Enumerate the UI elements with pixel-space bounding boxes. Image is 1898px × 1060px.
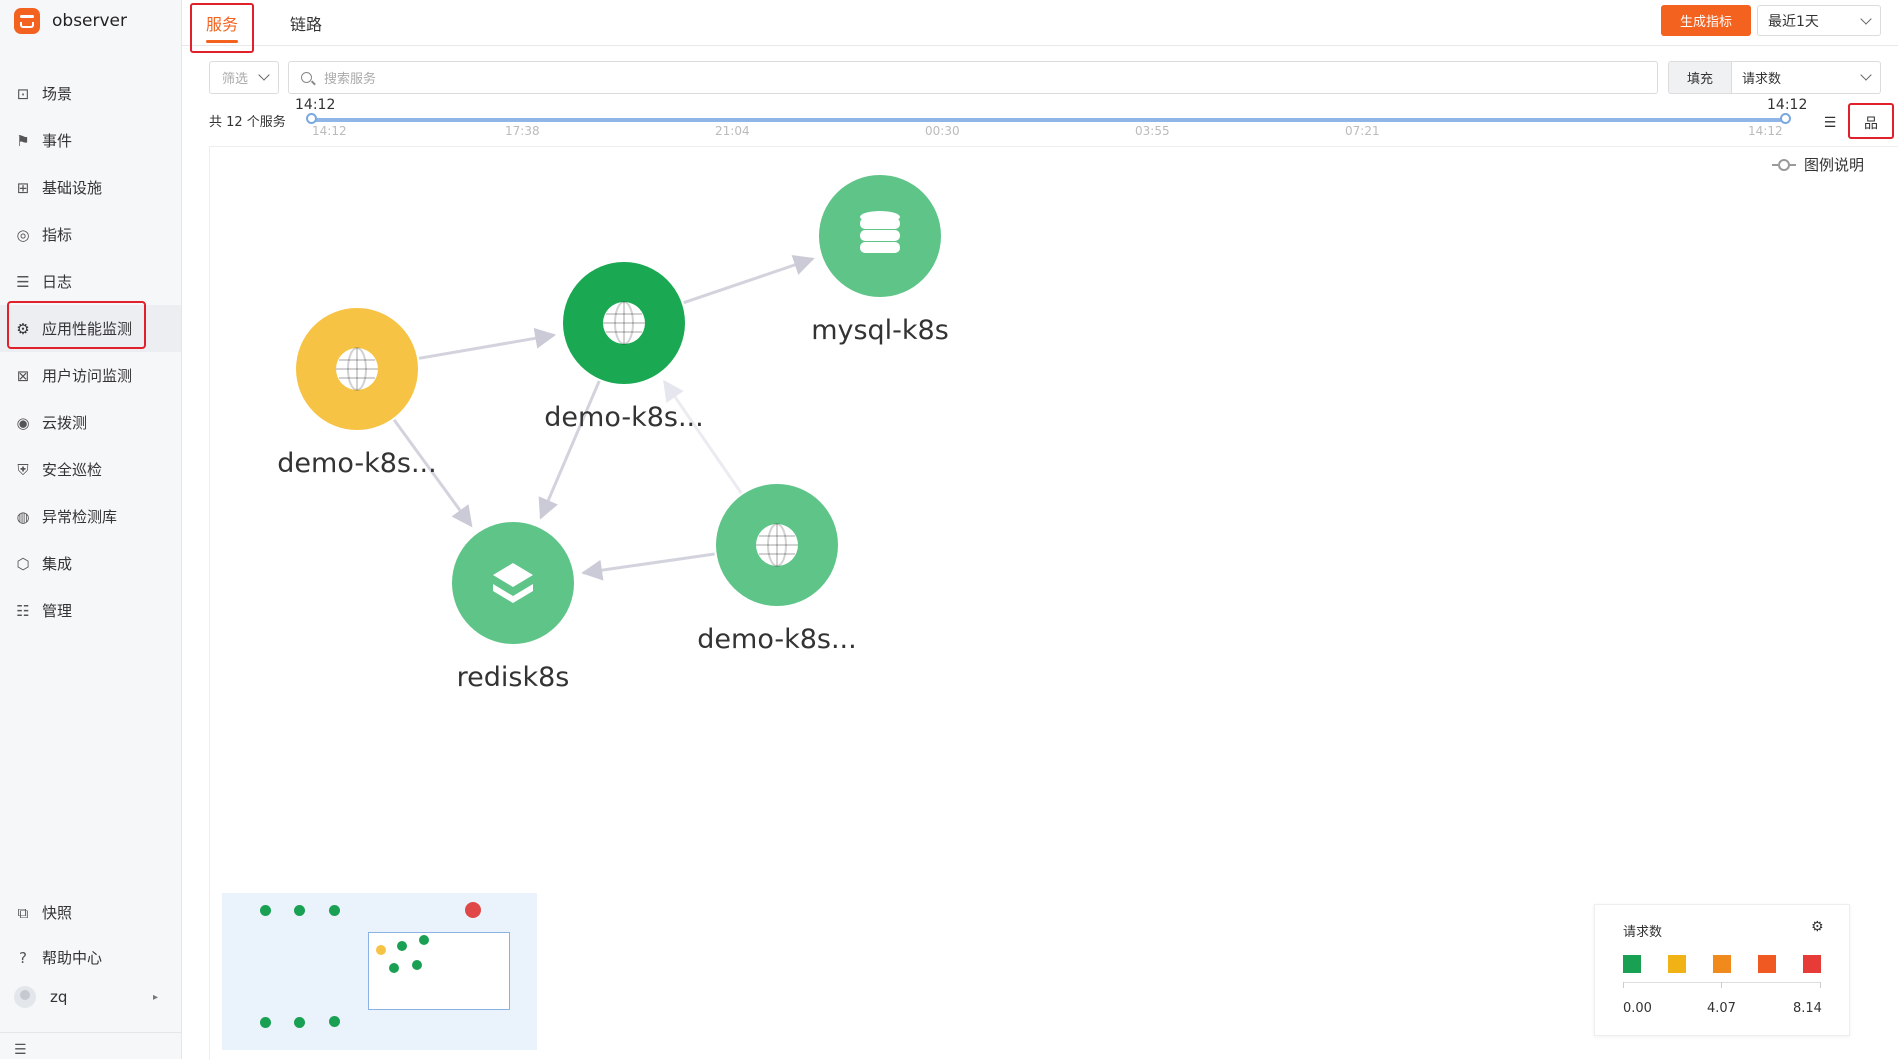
- legend-swatch: [1713, 955, 1731, 973]
- minimap-node: [329, 905, 340, 916]
- legend-tick: [1721, 982, 1722, 988]
- minimap-node: [397, 941, 407, 951]
- minimap-node: [294, 1017, 305, 1028]
- minimap[interactable]: [222, 893, 537, 1050]
- edge-n1-n2: [418, 327, 557, 360]
- minimap-node: [329, 1016, 340, 1027]
- node-label: demo-k8s...: [544, 402, 703, 433]
- minimap-node: [260, 905, 271, 916]
- legend-value-min: 0.00: [1623, 1001, 1652, 1016]
- minimap-viewport[interactable]: [368, 932, 510, 1010]
- nodes-layer: demo-k8s... demo-k8s... mysql-k8s redisk8s d…: [277, 175, 949, 693]
- minimap-node: [389, 963, 399, 973]
- node-label: demo-k8s...: [697, 624, 856, 655]
- legend-swatch: [1803, 955, 1821, 973]
- service-node-n3[interactable]: mysql-k8s: [811, 175, 949, 346]
- minimap-node: [412, 960, 422, 970]
- minimap-node: [419, 935, 429, 945]
- legend-value-mid: 4.07: [1707, 1001, 1736, 1016]
- globe-icon: [336, 347, 378, 391]
- service-node-n2[interactable]: demo-k8s...: [544, 262, 704, 433]
- legend-swatch: [1758, 955, 1776, 973]
- node-label: redisk8s: [457, 662, 570, 693]
- globe-icon: [603, 301, 645, 345]
- database-icon: [860, 211, 900, 253]
- node-label: demo-k8s...: [277, 448, 436, 479]
- service-node-n4[interactable]: redisk8s: [452, 522, 574, 693]
- legend-tick: [1623, 982, 1624, 988]
- legend-swatch: [1668, 955, 1686, 973]
- service-node-n1[interactable]: demo-k8s...: [277, 308, 437, 479]
- edge-n5-n2: [663, 379, 743, 494]
- edge-n5-n4: [581, 552, 715, 581]
- legend-tick: [1820, 982, 1821, 988]
- legend-axis: [1623, 982, 1821, 983]
- service-node-n5[interactable]: demo-k8s...: [697, 484, 857, 655]
- color-legend: 请求数 ⚙ 0.00 4.07 8.14: [1594, 904, 1850, 1036]
- minimap-node: [260, 1017, 271, 1028]
- gear-icon[interactable]: ⚙: [1811, 919, 1824, 935]
- minimap-alert-node: [465, 902, 481, 918]
- node-label: mysql-k8s: [811, 315, 949, 346]
- legend-swatch: [1623, 955, 1641, 973]
- legend-title: 请求数: [1623, 925, 1663, 940]
- edge-n2-n3: [683, 254, 815, 305]
- legend-value-max: 8.14: [1793, 1001, 1822, 1016]
- minimap-node: [294, 905, 305, 916]
- minimap-node: [376, 945, 386, 955]
- globe-icon: [756, 523, 798, 567]
